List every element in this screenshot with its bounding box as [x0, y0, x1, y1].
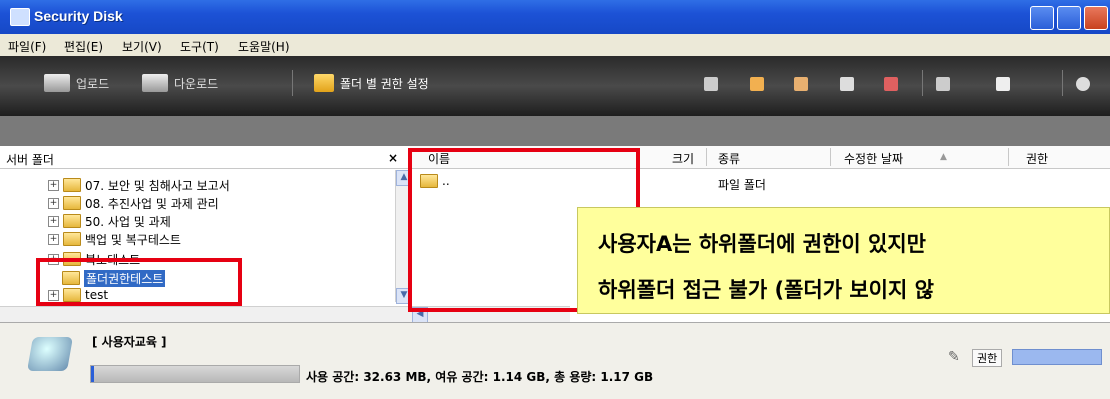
expand-icon[interactable]: +: [48, 233, 59, 245]
tree-item-label: test: [85, 288, 109, 302]
file-row-name: ..: [442, 174, 450, 188]
download-button[interactable]: 다운로드: [142, 70, 218, 96]
tree-item-label: 복노테스트: [85, 252, 141, 267]
file-row-type: 파일 폴더: [718, 178, 766, 192]
column-size[interactable]: 크기: [672, 150, 694, 167]
toolbar-separator: [292, 70, 293, 96]
expand-icon[interactable]: +: [48, 179, 59, 191]
paste-icon[interactable]: [840, 77, 854, 91]
user-label: [ 사용자교육 ]: [92, 335, 167, 349]
toolbar-lower-strip: [0, 116, 1110, 146]
upload-icon: [44, 74, 70, 92]
tree-horizontal-scrollbar[interactable]: [0, 306, 410, 322]
menu-help[interactable]: 도움말(H): [238, 38, 290, 55]
file-list-header: 이름 크기 종류 수정한 날짜 ▲ 권한: [410, 146, 1110, 169]
tree-item-label: 폴더권한테스트: [84, 269, 166, 287]
folder-icon: [63, 178, 81, 192]
upload-label: 업로드: [76, 76, 110, 91]
folder-icon: [63, 196, 81, 210]
menu-file[interactable]: 파일(F): [8, 38, 46, 55]
menu-edit[interactable]: 편집(E): [64, 38, 103, 55]
minimize-button[interactable]: [1030, 6, 1054, 30]
layout-icon[interactable]: [996, 77, 1010, 91]
usage-text: 사용 공간: 32.63 MB, 여유 공간: 1.14 GB, 총 용량: 1…: [306, 370, 654, 384]
folder-icon: [62, 271, 80, 285]
gear-icon[interactable]: [1076, 77, 1090, 91]
app-icon: [10, 8, 30, 26]
folder-icon: [63, 232, 81, 246]
column-type[interactable]: 종류: [718, 150, 740, 167]
tree-item-label: 07. 보안 및 침해사고 보고서: [85, 178, 230, 193]
toolbar-separator: [1062, 70, 1063, 96]
download-icon: [142, 74, 168, 92]
tree-item-selected[interactable]: 폴더권한테스트: [62, 269, 166, 287]
status-bar: [ 사용자교육 ] 사용 공간: 32.63 MB, 여유 공간: 1.14 G…: [0, 322, 1110, 399]
disk-icon: [27, 337, 73, 371]
server-folder-title: 서버 폴더: [6, 153, 54, 167]
menu-bar: 파일(F) 편집(E) 보기(V) 도구(T) 도움말(H): [0, 34, 1110, 57]
callout-line-2: 하위폴더 접근 불가 (폴더가 보이지 않: [598, 278, 934, 302]
tree-item[interactable]: + 08. 추진사업 및 과제 관리: [48, 194, 219, 212]
column-separator[interactable]: [706, 148, 707, 166]
server-folder-header: 서버 폴더 ×: [0, 146, 410, 169]
toolbar: 업로드 다운로드 폴더 별 권한 설정: [0, 56, 1110, 116]
tree-scrollbar[interactable]: ▲ ▼: [395, 170, 412, 304]
expand-icon[interactable]: +: [48, 289, 59, 301]
column-separator[interactable]: [1008, 148, 1009, 166]
tree-item[interactable]: + test: [48, 288, 108, 302]
expand-icon[interactable]: +: [48, 197, 59, 209]
window-title: Security Disk: [34, 8, 123, 24]
tree-item-label: 50. 사업 및 과제: [85, 214, 171, 229]
tree-item[interactable]: + 07. 보안 및 침해사고 보고서: [48, 176, 230, 194]
sort-asc-icon: ▲: [940, 152, 947, 162]
tree-item[interactable]: + 50. 사업 및 과제: [48, 212, 171, 230]
close-button[interactable]: [1084, 6, 1108, 30]
expand-icon[interactable]: +: [48, 253, 59, 265]
maximize-button[interactable]: [1057, 6, 1081, 30]
callout-note: 사용자A는 하위폴더에 권한이 있지만 하위폴더 접근 불가 (폴더가 보이지 …: [577, 207, 1110, 314]
new-folder-icon[interactable]: [704, 77, 718, 91]
upload-button[interactable]: 업로드: [44, 70, 109, 96]
tree-item[interactable]: + 백업 및 복구테스트: [48, 230, 181, 248]
pencil-icon[interactable]: ✎: [948, 349, 960, 365]
tree-item-label: 08. 추진사업 및 과제 관리: [85, 196, 219, 211]
download-label: 다운로드: [174, 76, 219, 91]
copy-icon[interactable]: [750, 77, 764, 91]
column-permission[interactable]: 권한: [1026, 150, 1048, 167]
scroll-left-icon[interactable]: ◀: [412, 307, 428, 323]
list-horizontal-scrollbar[interactable]: ◀: [410, 306, 570, 323]
column-name[interactable]: 이름: [428, 150, 450, 167]
folder-icon: [63, 214, 81, 228]
menu-tools[interactable]: 도구(T): [180, 38, 219, 55]
usage-bar: [90, 365, 300, 383]
column-modified[interactable]: 수정한 날짜: [844, 150, 903, 167]
callout-line-1: 사용자A는 하위폴더에 권한이 있지만: [598, 232, 926, 256]
pane-close-icon[interactable]: ×: [388, 151, 398, 165]
expand-icon[interactable]: +: [48, 215, 59, 227]
folder-permission-label: 폴더 별 권한 설정: [340, 76, 429, 91]
server-folder-pane: 서버 폴더 × + 07. 보안 및 침해사고 보고서 + 08. 추진사업 및…: [0, 146, 412, 322]
folder-permission-button[interactable]: 폴더 별 권한 설정: [314, 70, 429, 96]
permission-indicators: [1012, 349, 1102, 365]
title-bar: Security Disk: [0, 0, 1110, 34]
toolbar-separator: [922, 70, 923, 96]
tree-item[interactable]: + 복노테스트: [48, 250, 140, 268]
delete-icon[interactable]: [884, 77, 898, 91]
folder-permission-icon: [314, 74, 334, 92]
permission-label: 권한: [972, 349, 1003, 367]
tree-item-label: 백업 및 복구테스트: [85, 232, 181, 247]
usage-bar-fill: [91, 366, 94, 382]
cut-icon[interactable]: [794, 77, 808, 91]
column-separator[interactable]: [830, 148, 831, 166]
folder-up-icon: [420, 174, 438, 188]
file-row[interactable]: ..: [420, 174, 450, 188]
view-mode-icon[interactable]: [936, 77, 950, 91]
menu-view[interactable]: 보기(V): [122, 38, 162, 55]
folder-icon: [63, 288, 81, 302]
folder-icon: [63, 252, 81, 266]
